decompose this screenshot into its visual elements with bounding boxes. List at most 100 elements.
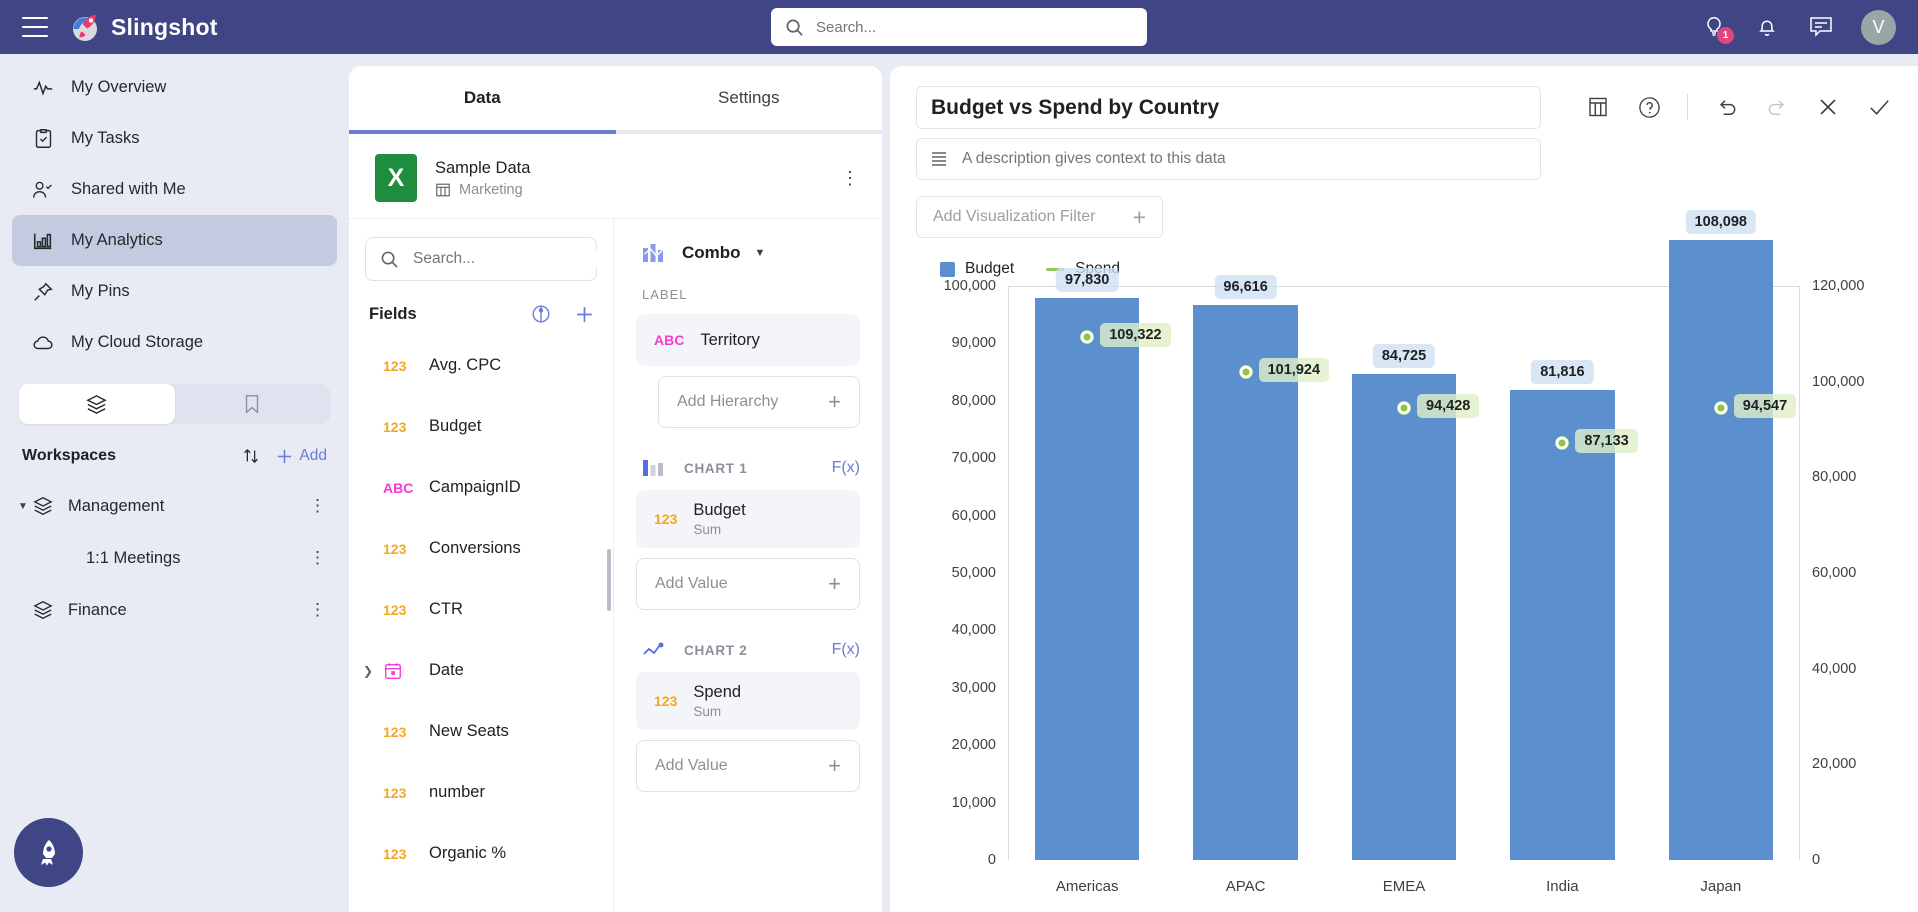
chevron-down-icon[interactable]: ▼ xyxy=(755,247,766,259)
field-type-badge: 123 xyxy=(383,724,429,740)
workspace-more-icon[interactable]: ⋮ xyxy=(309,501,327,511)
workspace-row-finance[interactable]: Finance ⋮ xyxy=(0,584,349,636)
field-name: number xyxy=(429,783,485,802)
visualization-type-selector[interactable]: Combo ▼ xyxy=(636,219,860,265)
sidebar-item-my-cloud-storage[interactable]: My Cloud Storage xyxy=(12,317,337,368)
bar[interactable] xyxy=(1193,305,1298,860)
fields-search-input[interactable] xyxy=(413,250,613,268)
line-point[interactable] xyxy=(1081,331,1094,344)
workspace-more-icon[interactable]: ⋮ xyxy=(309,605,327,615)
sort-icon[interactable] xyxy=(241,446,261,466)
sidebar-item-my-tasks[interactable]: My Tasks xyxy=(12,113,337,164)
chart2-add-value-button[interactable]: Add Value + xyxy=(636,740,860,792)
sidebar-item-my-pins[interactable]: My Pins xyxy=(12,266,337,317)
field-row[interactable]: 123 CTR xyxy=(349,579,613,640)
field-row[interactable]: 123 Budget xyxy=(349,396,613,457)
tab-data[interactable]: Data xyxy=(349,66,616,130)
field-name: Spend xyxy=(693,683,741,702)
top-bar-actions: 1 V xyxy=(1702,10,1896,45)
add-workspace-button[interactable]: Add xyxy=(275,447,327,466)
chevron-right-icon[interactable]: ❯ xyxy=(363,664,373,678)
sidebar-item-my-analytics[interactable]: My Analytics xyxy=(12,215,337,266)
workspaces-header: Workspaces Add xyxy=(0,432,349,480)
left-axis: 010,00020,00030,00040,00050,00060,00070,… xyxy=(916,286,1008,860)
ideas-lightbulb-icon[interactable]: 1 xyxy=(1702,14,1728,40)
add-hierarchy-button[interactable]: Add Hierarchy + xyxy=(658,376,860,428)
fields-header-label: Fields xyxy=(369,305,417,324)
field-row[interactable]: 123 Conversions xyxy=(349,518,613,579)
bar[interactable] xyxy=(1035,298,1140,860)
add-hierarchy-label: Add Hierarchy xyxy=(677,393,778,411)
help-icon[interactable] xyxy=(1636,94,1662,120)
search-input[interactable] xyxy=(816,19,1133,36)
chart1-add-value-button[interactable]: Add Value + xyxy=(636,558,860,610)
tab-settings[interactable]: Settings xyxy=(616,66,883,130)
field-row[interactable]: 123 New Seats xyxy=(349,701,613,762)
label-field-chip[interactable]: ABC Territory xyxy=(636,314,860,366)
chart-toolbar xyxy=(1585,86,1892,120)
data-source-row[interactable]: X Sample Data Marketing ⋮ xyxy=(349,134,882,218)
chat-icon[interactable] xyxy=(1808,14,1834,40)
chart1-value-chip[interactable]: 123 Budget Sum xyxy=(636,490,860,548)
field-row-date[interactable]: ❯ Date xyxy=(349,640,613,701)
bar-chart-icon xyxy=(32,230,54,252)
sidebar-item-shared-with-me[interactable]: Shared with Me xyxy=(12,164,337,215)
hamburger-menu-icon[interactable] xyxy=(22,17,48,37)
chart-title-input[interactable] xyxy=(916,86,1541,129)
chart2-function-button[interactable]: F(x) xyxy=(832,641,860,659)
bar-value-label: 96,616 xyxy=(1214,275,1276,299)
chart-description-input[interactable] xyxy=(962,150,1527,168)
line-point[interactable] xyxy=(1239,366,1252,379)
chart1-header: CHART 1 F(x) xyxy=(636,428,860,478)
app-body: My Overview My Tasks S xyxy=(0,54,1918,912)
chart-description-field[interactable] xyxy=(916,138,1541,180)
bar[interactable] xyxy=(1352,374,1457,860)
fields-column: Fields xyxy=(349,219,614,912)
legend-item-budget[interactable]: Budget xyxy=(940,260,1014,278)
fields-search[interactable] xyxy=(365,237,597,281)
line-point[interactable] xyxy=(1398,402,1411,415)
table-icon[interactable] xyxy=(1585,94,1611,120)
bar[interactable] xyxy=(1669,240,1774,860)
workspace-more-icon[interactable]: ⋮ xyxy=(309,553,327,563)
slingshot-fab-button[interactable] xyxy=(14,818,83,887)
add-field-icon[interactable] xyxy=(574,304,595,325)
fields-scrollbar-thumb[interactable] xyxy=(607,549,611,611)
fields-settings-icon[interactable] xyxy=(530,303,552,325)
add-visualization-filter-button[interactable]: Add Visualization Filter + xyxy=(916,196,1163,238)
line-point[interactable] xyxy=(1714,401,1727,414)
redo-icon[interactable] xyxy=(1764,94,1790,120)
segment-bookmarks[interactable] xyxy=(175,384,331,424)
field-row[interactable]: 123 Organic % xyxy=(349,823,613,884)
sidebar-item-my-overview[interactable]: My Overview xyxy=(12,62,337,113)
field-row[interactable]: 123 number xyxy=(349,762,613,823)
add-value-label: Add Value xyxy=(655,575,728,593)
field-row[interactable]: ABC CampaignID xyxy=(349,457,613,518)
data-source-more-icon[interactable]: ⋮ xyxy=(841,173,860,184)
close-icon[interactable] xyxy=(1815,94,1841,120)
field-name: Territory xyxy=(700,331,760,350)
cloud-icon xyxy=(32,332,54,354)
user-avatar[interactable]: V xyxy=(1861,10,1896,45)
bar-chart-icon xyxy=(642,458,668,478)
workspace-row-1-1-meetings[interactable]: 1:1 Meetings ⋮ xyxy=(0,532,349,584)
confirm-icon[interactable] xyxy=(1866,94,1892,120)
workspaces-title: Workspaces xyxy=(22,447,116,465)
segment-workspaces[interactable] xyxy=(19,384,175,424)
bar[interactable] xyxy=(1510,390,1615,860)
x-axis-label: EMEA xyxy=(1383,878,1426,895)
layers-icon xyxy=(32,495,58,517)
chart2-value-chip[interactable]: 123 Spend Sum xyxy=(636,672,860,730)
field-row[interactable]: 123 Avg. CPC xyxy=(349,335,613,396)
bar-value-label: 81,816 xyxy=(1531,360,1593,384)
chart1-function-button[interactable]: F(x) xyxy=(832,459,860,477)
undo-icon[interactable] xyxy=(1713,94,1739,120)
bell-icon[interactable] xyxy=(1755,14,1781,40)
right-axis-tick: 80,000 xyxy=(1812,469,1856,485)
legend-swatch-budget xyxy=(940,262,955,277)
workspace-row-management[interactable]: ▼ Management ⋮ xyxy=(0,480,349,532)
x-axis-label: Japan xyxy=(1700,878,1741,895)
chevron-down-icon[interactable]: ▼ xyxy=(18,501,32,512)
line-point[interactable] xyxy=(1556,437,1569,450)
global-search[interactable] xyxy=(771,8,1147,46)
